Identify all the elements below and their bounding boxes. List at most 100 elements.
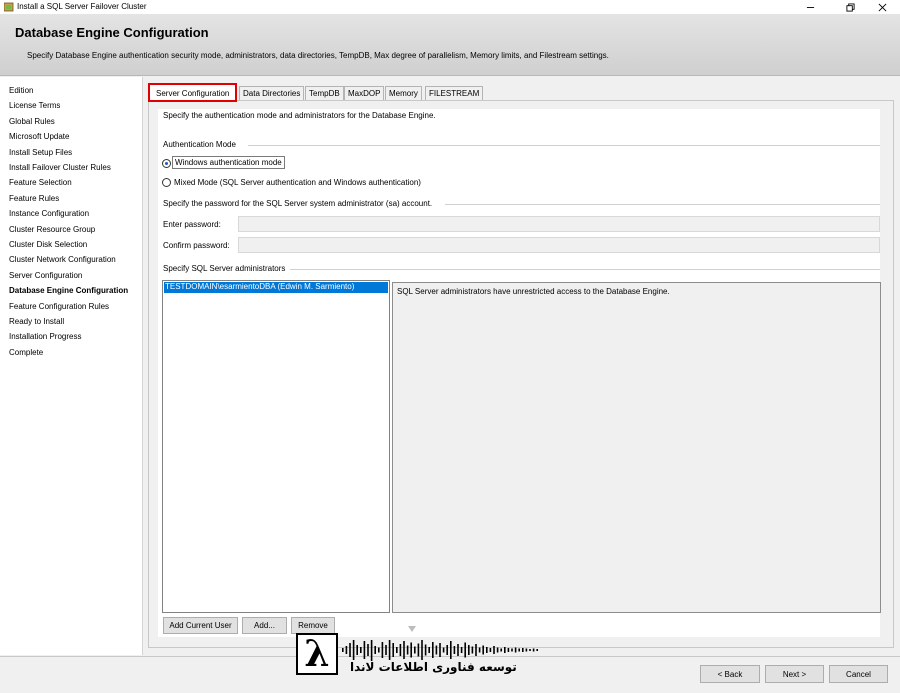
resize-grip-icon[interactable] [408, 626, 416, 632]
nav-step-microsoft-update: Microsoft Update [9, 132, 70, 142]
sa-password-group-label: Specify the password for the SQL Server … [163, 199, 433, 208]
admins-group-label: Specify SQL Server administrators [163, 264, 286, 273]
nav-step-feature-configuration-rules: Feature Configuration Rules [9, 301, 110, 311]
waveform-bar [432, 642, 434, 658]
enter-password-field[interactable] [238, 216, 880, 232]
waveform-bar [450, 641, 452, 659]
tab-data-directories[interactable]: Data Directories [239, 86, 305, 100]
wizard-steps-nav: Edition License Terms Global Rules Microsof… [0, 77, 143, 655]
nav-step-ready-to-install: Ready to Install [9, 317, 65, 326]
remove-button[interactable]: Remove [291, 617, 335, 634]
waveform-bar [428, 647, 430, 653]
nav-step-install-setup-files: Install Setup Files [9, 147, 73, 157]
admin-list-item[interactable]: TESTDOMAIN\esarmientoDBA (Edwin M. Sarmi… [164, 282, 388, 293]
confirm-password-field[interactable] [238, 237, 880, 253]
mixed-mode-label[interactable]: Mixed Mode (SQL Server authentication an… [174, 178, 421, 187]
waveform-bar [439, 643, 441, 657]
waveform-bar [374, 646, 376, 654]
waveform-bar [511, 648, 513, 652]
waveform-bar [464, 642, 466, 658]
waveform-bar [446, 645, 448, 655]
waveform-bar [370, 640, 373, 661]
admins-divider [290, 269, 880, 270]
page-header: Database Engine Configuration Specify Da… [0, 14, 900, 76]
nav-step-feature-selection: Feature Selection [9, 178, 72, 188]
waveform-bar [342, 648, 344, 652]
tab-server-configuration[interactable]: Server Configuration [148, 83, 238, 102]
windows-auth-radio[interactable] [162, 159, 171, 168]
waveform-bar [363, 641, 366, 659]
setup-app-icon [4, 2, 14, 12]
waveform-bar [442, 647, 445, 653]
waveform-bar [478, 647, 481, 653]
waveform-bar [522, 648, 524, 652]
back-button[interactable]: < Back [700, 665, 760, 683]
nav-step-license-terms: License Terms [9, 101, 61, 111]
waveform-bar [460, 647, 463, 653]
minimize-icon [806, 6, 814, 8]
close-button[interactable] [867, 0, 897, 14]
watermark-text: توسعه فناوری اطلاعات لاندا [350, 660, 517, 674]
waveform-bar [493, 646, 495, 654]
nav-step-server-configuration: Server Configuration [9, 270, 83, 280]
waveform-bar [403, 641, 405, 659]
admins-list[interactable]: TESTDOMAIN\esarmientoDBA (Edwin M. Sarmi… [162, 280, 390, 613]
waveform-bar [504, 647, 506, 653]
waveform-bar [410, 642, 412, 658]
minimize-button[interactable] [795, 0, 825, 14]
window-title: Install a SQL Server Failover Cluster [17, 2, 147, 11]
waveform-bar [385, 645, 387, 655]
tab-memory[interactable]: Memory [385, 86, 422, 100]
waveform-bar [349, 643, 351, 657]
title-bar: Install a SQL Server Failover Cluster [0, 0, 900, 14]
waveform-bar [381, 642, 384, 658]
waveform-bar [471, 646, 474, 654]
waveform-bar [525, 648, 528, 652]
tab-tempdb[interactable]: TempDB [305, 86, 344, 100]
waveform-bar [496, 647, 499, 653]
waveform-bar [532, 648, 535, 652]
next-button[interactable]: Next > [765, 665, 824, 683]
waveform-bar [417, 643, 420, 657]
waveform-bar [486, 647, 488, 653]
nav-step-cluster-disk-selection: Cluster Disk Selection [9, 240, 88, 249]
cancel-button[interactable]: Cancel [829, 665, 888, 683]
waveform-bar [482, 645, 484, 655]
waveform-bar [529, 649, 531, 651]
restore-button[interactable] [835, 0, 865, 14]
admins-info-text: SQL Server administrators have unrestric… [397, 287, 670, 296]
waveform-bar [453, 646, 456, 654]
mixed-mode-radio[interactable] [162, 178, 171, 187]
sa-password-divider [445, 204, 880, 205]
page-title: Database Engine Configuration [15, 25, 209, 40]
waveform-bar [536, 649, 538, 651]
nav-step-edition: Edition [9, 86, 34, 95]
waveform-bar [345, 646, 348, 654]
nav-step-instance-configuration: Instance Configuration [9, 209, 90, 219]
nav-step-cluster-resource-group: Cluster Resource Group [9, 224, 96, 234]
tab-filestream[interactable]: FILESTREAM [425, 86, 484, 100]
close-icon [878, 3, 886, 11]
nav-step-feature-rules: Feature Rules [9, 193, 60, 203]
nav-step-database-engine-configuration: Database Engine Configuration [9, 286, 129, 296]
tab-maxdop[interactable]: MaxDOP [344, 86, 385, 100]
waveform-bar [414, 646, 416, 654]
waveform-bar [392, 643, 394, 657]
waveform-bar [435, 645, 438, 655]
windows-auth-label[interactable]: Windows authentication mode [172, 156, 285, 169]
waveform-bar [424, 644, 427, 656]
waveform-bar [399, 644, 402, 656]
nav-step-cluster-network-configuration: Cluster Network Configuration [9, 255, 116, 265]
waveform-bar [518, 648, 520, 652]
add-current-user-button[interactable]: Add Current User [163, 617, 238, 634]
watermark-lambda-logo: λ [296, 633, 338, 675]
admins-info-box: SQL Server administrators have unrestric… [392, 282, 881, 613]
waveform-bar [367, 644, 369, 656]
waveform-bar [378, 647, 380, 653]
confirm-password-label: Confirm password: [163, 241, 230, 250]
waveform-bar [500, 648, 502, 652]
add-button[interactable]: Add... [242, 617, 287, 634]
waveform-bar [356, 645, 358, 655]
enter-password-label: Enter password: [163, 220, 221, 229]
waveform-bar [352, 640, 355, 660]
